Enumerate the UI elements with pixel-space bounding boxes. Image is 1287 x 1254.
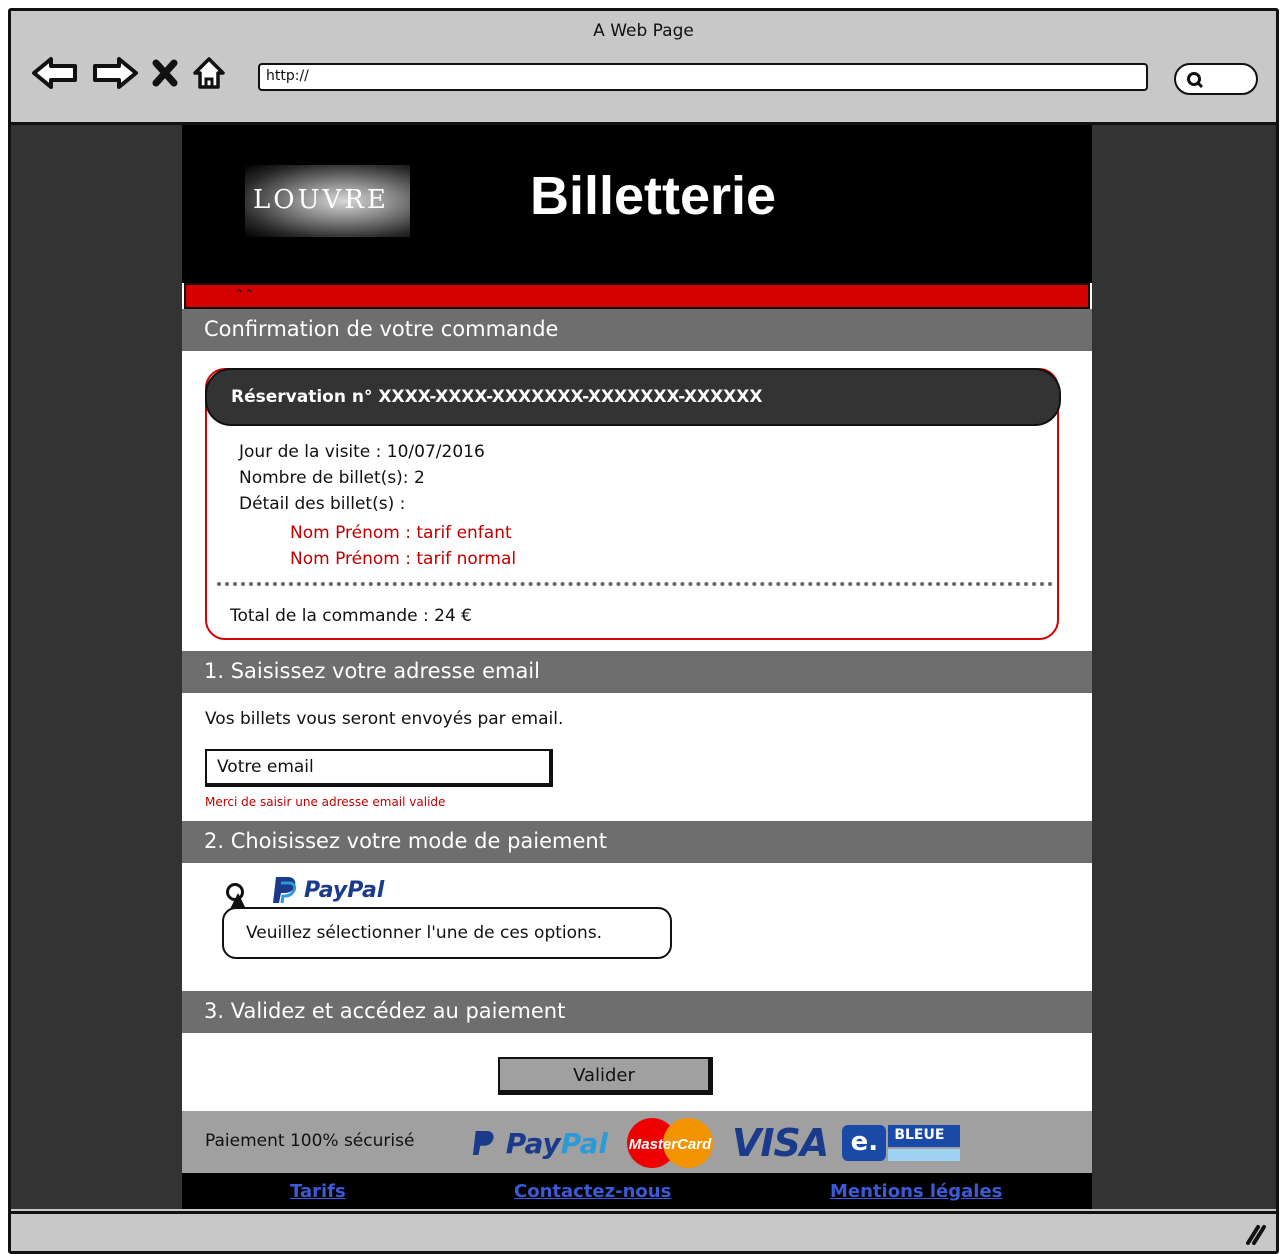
back-icon[interactable]	[31, 56, 79, 90]
ebleue-e: e.	[842, 1125, 887, 1161]
confirmation-heading: Confirmation de votre commande	[182, 309, 1092, 351]
email-heading: 1. Saisissez votre adresse email	[182, 651, 1092, 693]
validation-tooltip: Veuillez sélectionner l'une de ces optio…	[222, 907, 672, 959]
double-chevron-up-icon[interactable]: ⌃⌃	[234, 287, 254, 301]
paypal-logo: PayPal	[472, 1127, 608, 1160]
paypal-label: PayPal	[304, 877, 385, 903]
visa-logo: VISA	[732, 1121, 829, 1165]
footer-link-contact[interactable]: Contactez-nous	[514, 1181, 671, 1202]
page: LOUVRE Billetterie ⌃⌃ Confirmation de vo…	[182, 125, 1092, 1209]
browser-nav	[31, 55, 227, 91]
red-nav-bar: ⌃⌃	[184, 283, 1090, 309]
browser-search[interactable]	[1174, 63, 1258, 95]
paypal-p-icon	[472, 1130, 494, 1155]
ebleue-logo: e. BLEUE	[842, 1121, 962, 1165]
payment-logos: PayPal MasterCard VISA e. BLEUE	[472, 1117, 962, 1169]
viewport: LOUVRE Billetterie ⌃⌃ Confirmation de vo…	[11, 125, 1276, 1209]
reservation-number: Réservation n° XXXX-XXXX-XXXXXXX-XXXXXXX…	[205, 368, 1061, 426]
ebleue-stripe	[888, 1149, 961, 1161]
paypal-pay: Pay	[505, 1126, 561, 1160]
home-icon[interactable]	[191, 55, 227, 91]
ebleue-text: BLEUE	[888, 1125, 961, 1147]
validate-heading: 3. Validez et accédez au paiement	[182, 991, 1092, 1033]
email-field[interactable]: Votre email	[205, 749, 553, 787]
footer-link-tarifs[interactable]: Tarifs	[290, 1181, 346, 1202]
stop-icon[interactable]	[151, 58, 179, 88]
search-icon	[1187, 72, 1204, 89]
ticket-count: Nombre de billet(s): 2	[239, 468, 425, 488]
louvre-logo[interactable]: LOUVRE	[245, 165, 410, 237]
ticket-line: Nom Prénom : tarif normal	[290, 549, 517, 569]
secure-text: Paiement 100% sécurisé	[205, 1131, 415, 1151]
site-header: LOUVRE Billetterie	[182, 125, 1092, 283]
email-info: Vos billets vous seront envoyés par emai…	[205, 709, 564, 729]
logo-text: LOUVRE	[253, 185, 389, 215]
paypal-icon	[273, 877, 297, 904]
browser-window: A Web Page http:// LOUVRE Billetterie ⌃⌃…	[8, 8, 1279, 1254]
email-error: Merci de saisir une adresse email valide	[205, 795, 446, 809]
page-title: Billetterie	[530, 166, 777, 226]
resize-grip-icon[interactable]	[1242, 1223, 1266, 1245]
ticket-details-label: Détail des billet(s) :	[239, 494, 406, 514]
ticket-line: Nom Prénom : tarif enfant	[290, 523, 512, 543]
browser-titlebar: A Web Page http://	[11, 11, 1276, 125]
visit-day: Jour de la visite : 10/07/2016	[239, 442, 485, 462]
browser-statusbar	[11, 1211, 1276, 1251]
url-bar[interactable]: http://	[258, 63, 1148, 91]
validate-button[interactable]: Valider	[498, 1057, 713, 1095]
secure-payment-bar: Paiement 100% sécurisé PayPal MasterCard…	[182, 1111, 1092, 1173]
payment-heading: 2. Choisissez votre mode de paiement	[182, 821, 1092, 863]
order-total: Total de la commande : 24 €	[230, 606, 473, 626]
site-footer: Tarifs Contactez-nous Mentions légales	[182, 1173, 1092, 1209]
mastercard-logo: MasterCard	[627, 1118, 713, 1168]
dotted-divider	[217, 582, 1053, 586]
order-summary-card: Réservation n° XXXX-XXXX-XXXXXXX-XXXXXXX…	[205, 368, 1061, 640]
window-title: A Web Page	[593, 21, 694, 41]
paypal-pal: Pal	[560, 1126, 608, 1160]
forward-icon[interactable]	[91, 56, 139, 90]
paypal-option[interactable]: PayPal	[272, 875, 384, 905]
footer-link-legal[interactable]: Mentions légales	[830, 1181, 1002, 1202]
mastercard-text: MasterCard	[629, 1136, 712, 1153]
